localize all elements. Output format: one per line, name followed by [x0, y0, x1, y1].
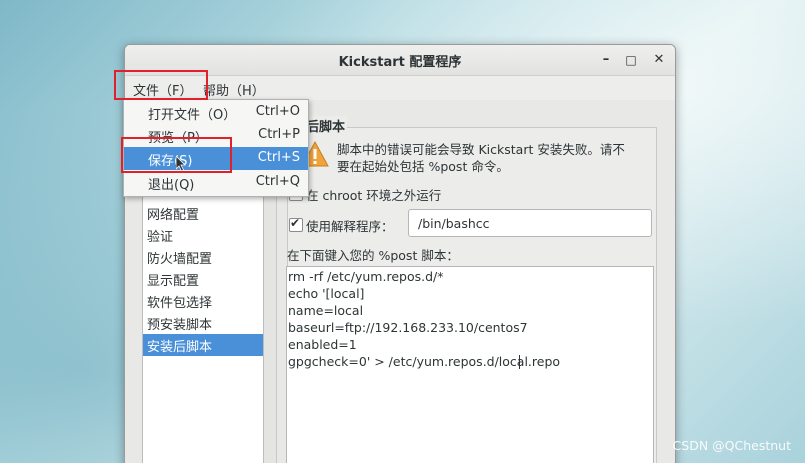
menu-help[interactable]: 帮助（H） [197, 79, 271, 100]
annotation-box-save [121, 137, 232, 173]
sidebar-item-packages[interactable]: 软件包选择 [143, 290, 263, 312]
menu-item-shortcut: Ctrl+O [255, 104, 300, 119]
minimize-button[interactable]: – [596, 50, 616, 70]
sidebar-item-firewall[interactable]: 防火墙配置 [143, 246, 263, 268]
interpreter-input[interactable]: /bin/bashcc [408, 209, 652, 237]
menu-item-shortcut: Ctrl+Q [255, 174, 300, 189]
code-line: name=local [288, 303, 364, 318]
sidebar-item-label: 防火墙配置 [147, 252, 213, 267]
warning-line-1: 脚本中的错误可能会导致 Kickstart 安装失败。请不 [337, 142, 625, 157]
sidebar-item-post-script[interactable]: 安装后脚本 [143, 334, 263, 356]
post-script-editor[interactable]: rm -rf /etc/yum.repos.d/* echo '[local] … [286, 266, 654, 463]
close-button[interactable]: ✕ [649, 50, 669, 70]
code-line: enabled=1 [288, 337, 357, 352]
interpreter-checkbox[interactable] [289, 216, 303, 232]
sidebar-item-network[interactable]: 网络配置 [143, 202, 263, 224]
code-line: echo '[local] [288, 286, 365, 301]
menu-item-open[interactable]: 打开文件（O） Ctrl+O [124, 101, 308, 124]
annotation-box-file-menu [114, 70, 208, 100]
section-title: 后脚本 [304, 116, 348, 135]
sidebar-item-label: 验证 [147, 230, 174, 245]
maximize-button[interactable]: □ [621, 50, 641, 70]
script-prompt: 在下面键入您的 %post 脚本： [287, 248, 459, 263]
sidebar-item-label: 网络配置 [147, 208, 200, 223]
menu-item-shortcut: Ctrl+P [258, 127, 300, 142]
sidebar-item-label: 软件包选择 [147, 296, 213, 311]
code-line: baseurl=ftp://192.168.233.10/centos7 [288, 320, 528, 335]
chroot-label: 在 chroot 环境之外运行 [306, 188, 442, 203]
warning-line-2: 要在起始处包括 %post 命令。 [337, 159, 509, 174]
menu-item-quit[interactable]: 退出(Q) Ctrl+Q [124, 171, 308, 194]
menu-item-label: 打开文件（O） [148, 108, 237, 123]
sidebar-item-label: 安装后脚本 [147, 340, 213, 355]
interpreter-label: 使用解释程序： [306, 219, 394, 234]
sidebar-item-label: 显示配置 [147, 274, 200, 289]
sidebar-item-label: 预安装脚本 [147, 318, 213, 333]
sidebar-item-pre-script[interactable]: 预安装脚本 [143, 312, 263, 334]
menu-item-shortcut: Ctrl+S [257, 150, 300, 165]
window-title: Kickstart 配置程序 [338, 55, 462, 70]
sidebar-item-display[interactable]: 显示配置 [143, 268, 263, 290]
code-line: rm -rf /etc/yum.repos.d/* [288, 269, 444, 284]
menu-item-label: 退出(Q) [148, 178, 195, 193]
text-caret [519, 355, 520, 369]
warning-message: 脚本中的错误可能会导致 Kickstart 安装失败。请不 要在起始处包括 %p… [337, 141, 637, 175]
sidebar-item-auth[interactable]: 验证 [143, 224, 263, 246]
watermark: CSDN @QChestnut [672, 438, 791, 453]
